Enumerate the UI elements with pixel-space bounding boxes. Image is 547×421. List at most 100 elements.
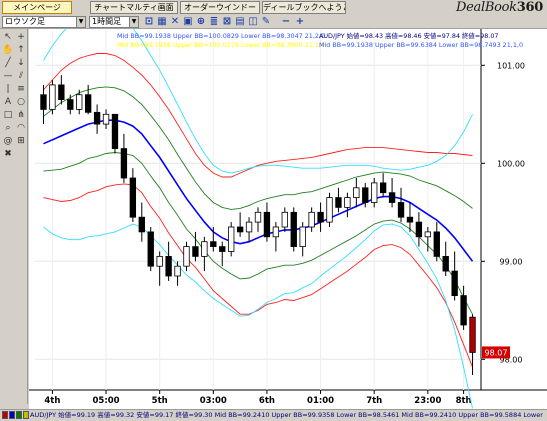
toolbar-button-2[interactable]: ▦ xyxy=(156,16,168,28)
zoom-icon[interactable]: ⌕ xyxy=(2,122,14,134)
rect-icon[interactable]: □ xyxy=(2,109,14,121)
tab-order-window[interactable]: オーダーウインドー xyxy=(180,1,260,14)
text-icon[interactable]: A xyxy=(2,96,14,108)
candle-body[interactable] xyxy=(245,221,253,233)
toolbar-button-4[interactable]: ▣ xyxy=(182,16,194,28)
toolbar-button-7[interactable]: ⊠ xyxy=(221,16,233,28)
candle-body[interactable] xyxy=(93,111,101,125)
candle-body[interactable] xyxy=(424,231,432,238)
toolbar-button-9[interactable]: ◫ xyxy=(247,16,259,28)
zoom-in-button[interactable]: + xyxy=(294,16,306,28)
crosshair-icon[interactable]: + xyxy=(15,31,27,43)
candle-body[interactable] xyxy=(362,187,369,203)
last-price-label: 98.07 xyxy=(485,348,508,357)
zoom-out-button[interactable]: − xyxy=(280,16,292,28)
candle-body[interactable] xyxy=(236,226,244,233)
toolbar-button-10[interactable]: ✎ xyxy=(260,16,272,28)
delete-icon[interactable]: ✖ xyxy=(2,148,14,160)
color-swatch[interactable] xyxy=(9,411,15,419)
candle-body[interactable] xyxy=(165,255,172,277)
color-swatch[interactable] xyxy=(16,411,22,419)
channel-icon[interactable]: ⫽ xyxy=(15,70,27,82)
candle-body[interactable] xyxy=(138,216,145,233)
hline-icon[interactable]: — xyxy=(2,70,14,82)
candle-body[interactable] xyxy=(102,113,110,125)
candle-body[interactable] xyxy=(317,211,324,223)
gann-icon[interactable]: ⊞ xyxy=(15,135,27,147)
candle-body[interactable] xyxy=(388,192,396,203)
candle-body[interactable] xyxy=(469,316,476,353)
candle-body[interactable] xyxy=(308,211,315,228)
candle-body[interactable] xyxy=(111,113,119,150)
toolbar-button-1[interactable]: ⊡ xyxy=(143,16,155,28)
candle-body[interactable] xyxy=(451,270,458,297)
candle-body[interactable] xyxy=(76,94,83,110)
candle-body[interactable] xyxy=(174,265,181,277)
circle-icon[interactable]: ○ xyxy=(15,96,27,108)
chart-svg[interactable]: 101.00100.0099.0098.004th 05:00 5th 03:00 6t… xyxy=(29,29,547,409)
candle-body[interactable] xyxy=(272,226,280,238)
candle-body[interactable] xyxy=(299,226,306,248)
chart-type-select[interactable]: ロウソク足 ▼ xyxy=(2,16,86,28)
candle-body[interactable] xyxy=(397,202,405,218)
candle-body[interactable] xyxy=(433,231,440,257)
candle-body[interactable] xyxy=(201,241,208,257)
cursor-icon[interactable]: ↖ xyxy=(2,31,14,43)
price-axis xyxy=(481,29,547,390)
candle-body[interactable] xyxy=(326,197,333,223)
candle-body[interactable] xyxy=(49,84,56,110)
candle-body[interactable] xyxy=(371,182,378,203)
x-tick-label: 5th xyxy=(152,396,168,406)
price-chart[interactable]: 101.00 100.00 99.00 98.00 4th 05:00 5th 03:00 6t… xyxy=(29,29,547,409)
candle-body[interactable] xyxy=(281,211,288,228)
candle-body[interactable] xyxy=(415,221,423,238)
candle-body[interactable] xyxy=(40,94,47,110)
color-swatch[interactable] xyxy=(2,411,8,419)
toolbar-button-5[interactable]: ⊕ xyxy=(195,16,207,28)
fibo-icon[interactable]: ≡ xyxy=(15,83,27,95)
candle-body[interactable] xyxy=(379,182,387,194)
candle-body[interactable] xyxy=(210,241,217,247)
status-bar: AUD/JPY 始値=99.19 高値=99.32 安値=99.17 終値=99… xyxy=(0,409,547,421)
tab-main-page[interactable]: メインページ xyxy=(2,1,72,14)
tab-chart-multi[interactable]: チャートマルティ画面 xyxy=(90,1,178,14)
candle-body[interactable] xyxy=(263,211,271,238)
candle-body[interactable] xyxy=(254,211,262,223)
hand-icon[interactable]: ✋ xyxy=(2,44,14,56)
x-tick-label: 01:00 xyxy=(307,396,334,406)
candle-body[interactable] xyxy=(442,255,449,272)
down-arrow-icon[interactable]: ↓ xyxy=(15,57,27,69)
candle-body[interactable] xyxy=(120,148,128,179)
up-arrow-icon[interactable]: ↑ xyxy=(15,44,27,56)
candle-body[interactable] xyxy=(460,295,467,326)
candle-body[interactable] xyxy=(406,216,414,223)
candle-body[interactable] xyxy=(335,197,342,208)
candle-body[interactable] xyxy=(290,211,297,248)
candle-body[interactable] xyxy=(84,94,92,113)
vline-icon[interactable]: | xyxy=(2,83,14,95)
status-ohlc-text: AUD/JPY 始値=99.19 高値=99.32 安値=99.17 終値=99… xyxy=(30,411,545,419)
arc-icon[interactable]: ◠ xyxy=(15,122,27,134)
tab-dealbook-welcome[interactable]: ディールブックへようこそ xyxy=(262,1,346,14)
chevron-down-icon: ▼ xyxy=(76,17,85,27)
color-swatch[interactable] xyxy=(23,411,29,419)
candle-body[interactable] xyxy=(147,231,154,267)
candle-body[interactable] xyxy=(192,246,199,257)
candle-body[interactable] xyxy=(183,246,190,267)
candle-body[interactable] xyxy=(228,226,235,252)
candle-body[interactable] xyxy=(67,99,74,110)
candle-body[interactable] xyxy=(353,187,360,199)
toolbar-button-3[interactable]: ✕ xyxy=(169,16,181,28)
candle-body[interactable] xyxy=(156,255,163,267)
line-icon[interactable]: ╱ xyxy=(2,57,14,69)
candle-body[interactable] xyxy=(129,177,137,218)
candle-body[interactable] xyxy=(344,197,351,208)
candle-body[interactable] xyxy=(58,84,65,101)
timeframe-select[interactable]: 1時間足 ▼ xyxy=(89,16,139,28)
spiral-icon[interactable]: @ xyxy=(2,135,14,147)
pitch-icon[interactable]: ⋔ xyxy=(15,109,27,121)
chart-type-value: ロウソク足 xyxy=(5,17,45,26)
toolbar-button-6[interactable]: ≣ xyxy=(208,16,220,28)
candle-body[interactable] xyxy=(219,246,226,252)
toolbar-button-8[interactable]: ▤ xyxy=(234,16,246,28)
